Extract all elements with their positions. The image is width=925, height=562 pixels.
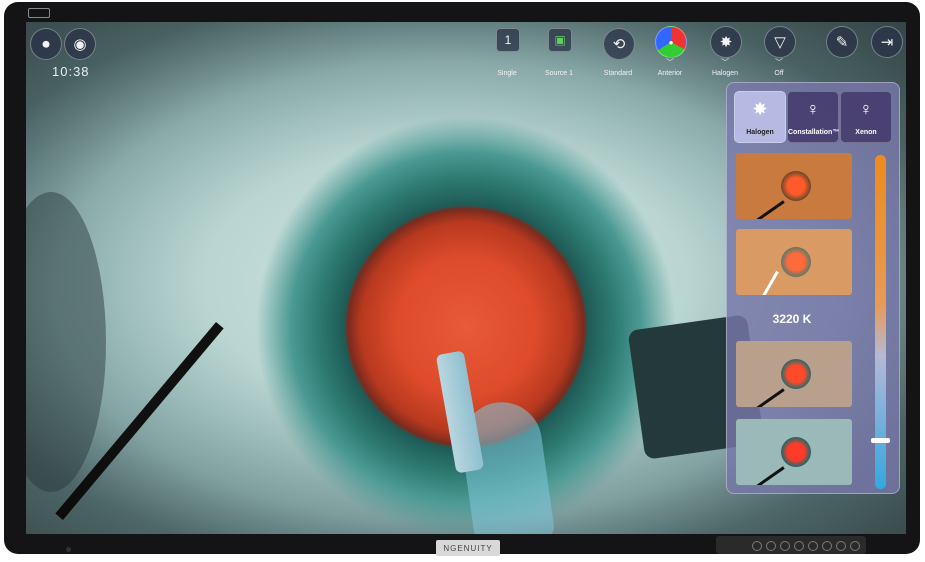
preview-thumbnail-selected[interactable] xyxy=(736,229,852,295)
filter-button[interactable]: ▽ xyxy=(764,26,796,58)
preview-thumbnail-cool[interactable] xyxy=(736,419,852,485)
monitor-frame: ⏺ ◉ 10:38 1 Single ▣ Source 1 ⟲ Standard… xyxy=(4,2,920,556)
halogen-label: Halogen xyxy=(711,70,739,77)
video-record-button[interactable]: ⏺ xyxy=(30,28,62,60)
camera-icon: ◉ xyxy=(73,36,87,53)
anterior-icon: ● xyxy=(668,37,674,47)
filter-icon: ▽ xyxy=(774,34,786,51)
preview-eye xyxy=(781,171,811,201)
single-view-button[interactable]: 1 xyxy=(496,28,520,52)
preview-eye xyxy=(781,359,811,389)
color-temperature-value: 3220 K xyxy=(772,312,812,326)
preview-thumbnail-neutral[interactable] xyxy=(736,341,852,407)
standard-mode-button[interactable]: ⟲ xyxy=(603,28,635,60)
snapshot-button[interactable]: ◉ xyxy=(64,28,96,60)
tab-xenon-label: Xenon xyxy=(855,129,877,136)
hardware-button[interactable] xyxy=(766,541,776,551)
exit-button[interactable]: ⇥ xyxy=(871,26,903,58)
hardware-button[interactable] xyxy=(808,541,818,551)
preview-thumbnail-warm[interactable] xyxy=(736,153,852,219)
settings-button[interactable]: ✎ xyxy=(826,26,858,58)
lighting-panel: ✸ Halogen ♀ Constallation™ ♀ Xenon 3220 … xyxy=(726,82,900,494)
preview-eye xyxy=(781,437,811,467)
single-view-icon: 1 xyxy=(504,33,512,47)
preview-instrument xyxy=(750,388,785,407)
anterior-label: Anterior xyxy=(657,70,683,77)
hardware-button[interactable] xyxy=(794,541,804,551)
halogen-chevron-icon: ﹀ xyxy=(721,58,729,67)
halogen-bulb-icon: ✸ xyxy=(752,99,768,119)
slider-knob[interactable] xyxy=(871,438,890,443)
constellation-bulb-icon: ♀ xyxy=(806,99,820,119)
wrench-icon: ✎ xyxy=(835,34,849,51)
lightbulb-icon: ✸ xyxy=(719,34,733,51)
exit-door-icon: ⇥ xyxy=(880,34,894,51)
tab-constellation[interactable]: ♀ Constallation™ xyxy=(787,91,839,143)
hardware-button[interactable] xyxy=(850,541,860,551)
source-button[interactable]: ▣ xyxy=(548,28,572,52)
clock-time: 10:38 xyxy=(52,64,90,79)
hardware-button[interactable] xyxy=(822,541,832,551)
tab-halogen-label: Halogen xyxy=(746,129,774,136)
source-label: Source 1 xyxy=(544,70,574,77)
color-temperature-slider[interactable] xyxy=(871,155,890,489)
selected-check-icon xyxy=(756,270,779,295)
preview-instrument xyxy=(750,466,785,485)
preview-instrument xyxy=(750,200,785,219)
filter-label: Off xyxy=(774,70,784,77)
hardware-button-bar xyxy=(716,536,866,554)
xenon-bulb-icon: ♀ xyxy=(859,99,873,119)
halogen-button[interactable]: ✸ xyxy=(710,26,742,58)
single-view-label: Single xyxy=(497,70,517,77)
brand-logo: NGENUITY xyxy=(436,540,500,556)
hardware-button[interactable] xyxy=(752,541,762,551)
surgical-video-view: ⏺ ◉ 10:38 1 Single ▣ Source 1 ⟲ Standard… xyxy=(26,22,906,534)
hardware-button[interactable] xyxy=(780,541,790,551)
signal-indicator xyxy=(28,8,50,18)
ambient-sensor xyxy=(66,547,71,552)
hardware-button[interactable] xyxy=(836,541,846,551)
anterior-chevron-icon: ﹀ xyxy=(666,58,674,67)
video-camera-icon: ⏺ xyxy=(42,35,50,53)
tab-halogen[interactable]: ✸ Halogen xyxy=(734,91,786,143)
standard-mode-icon: ⟲ xyxy=(612,36,626,53)
preview-eye xyxy=(781,247,811,277)
standard-mode-label: Standard xyxy=(603,70,633,77)
tab-xenon[interactable]: ♀ Xenon xyxy=(840,91,892,143)
filter-chevron-icon: ﹀ xyxy=(775,58,783,67)
anterior-button[interactable]: ● xyxy=(655,26,687,58)
source-icon: ▣ xyxy=(554,33,566,47)
tab-constellation-label: Constallation™ xyxy=(788,129,840,136)
